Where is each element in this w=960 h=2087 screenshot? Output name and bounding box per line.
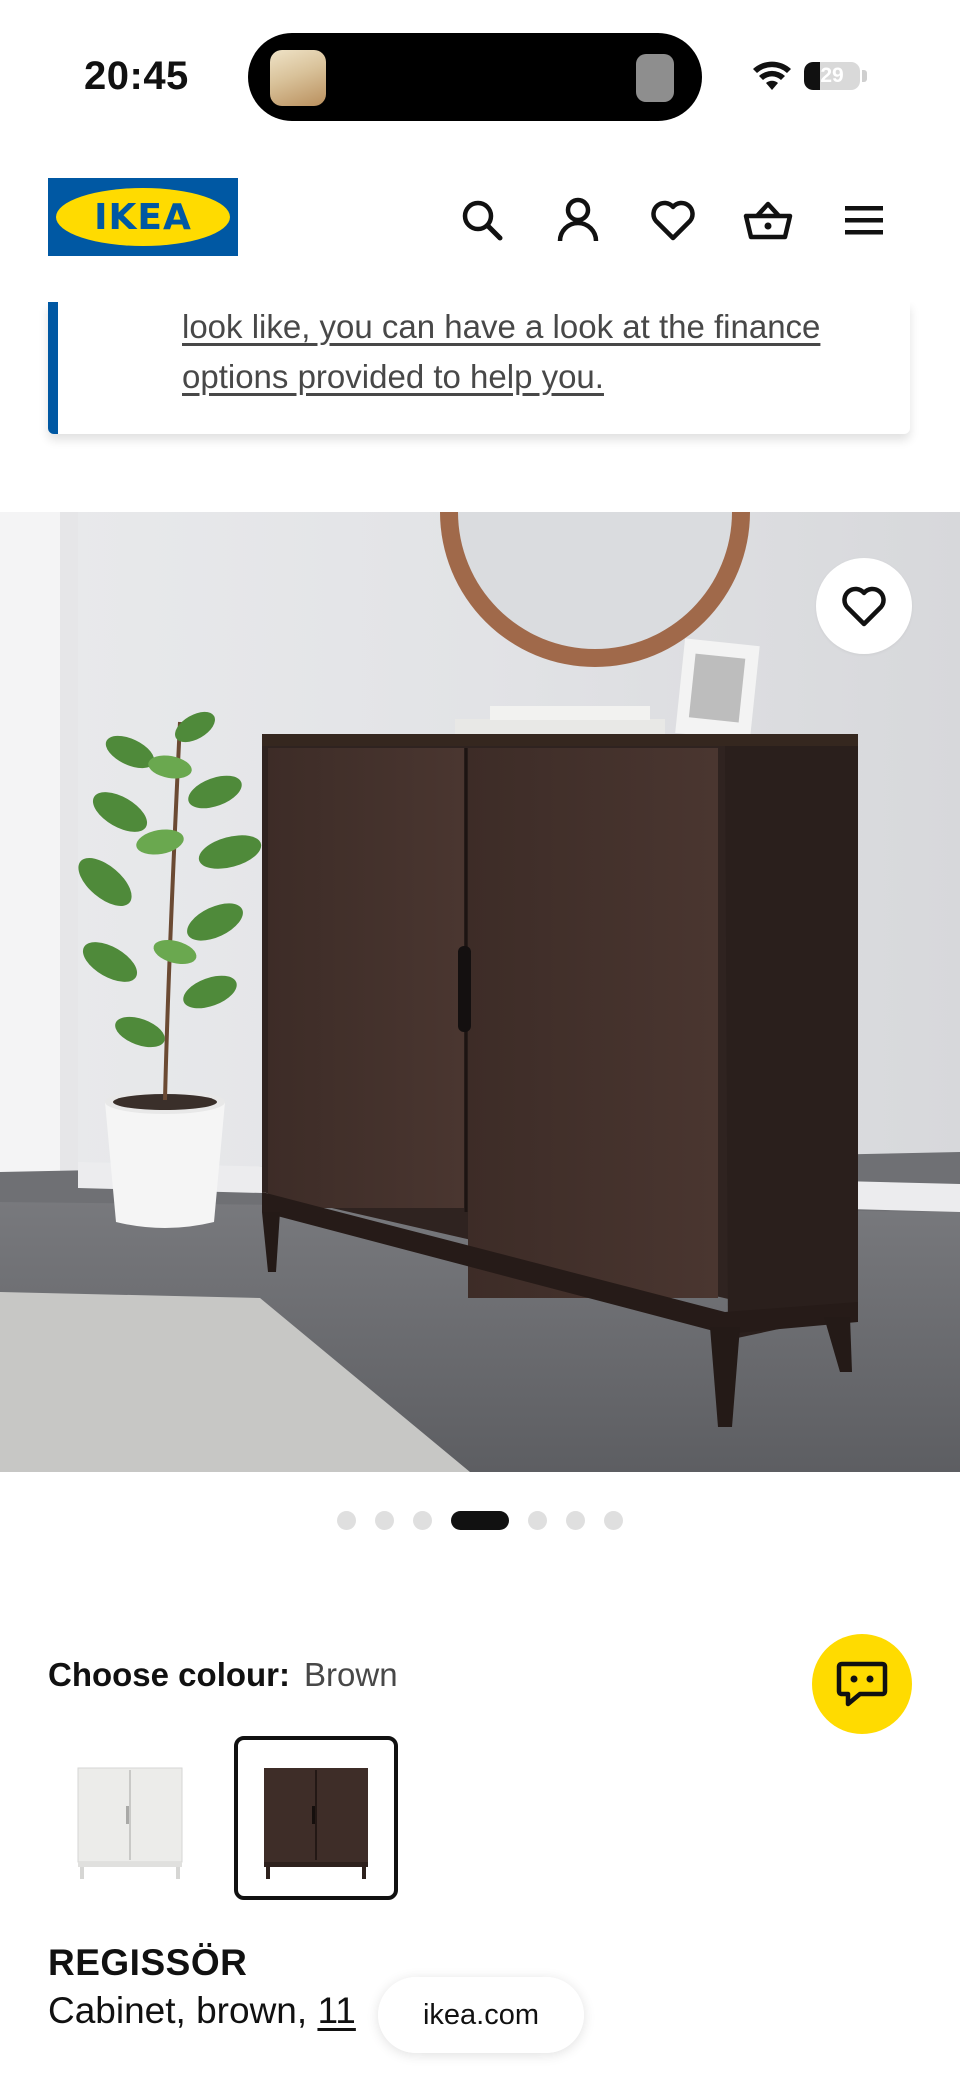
profile-icon[interactable] bbox=[552, 194, 604, 246]
brown-cabinet-swatch[interactable] bbox=[234, 1736, 398, 1900]
carousel-dot[interactable] bbox=[337, 1510, 356, 1530]
logo-oval: IKEA bbox=[56, 188, 230, 246]
carousel-dot[interactable] bbox=[413, 1510, 432, 1530]
search-icon[interactable] bbox=[456, 194, 508, 246]
white-cabinet-thumbnail bbox=[77, 1767, 183, 1879]
colour-chooser: Choose colour: Brown bbox=[48, 1656, 398, 1694]
carousel-dot[interactable] bbox=[604, 1510, 623, 1530]
finance-message-card: look like, you can have a look at the fi… bbox=[48, 302, 910, 434]
favourite-button[interactable] bbox=[816, 558, 912, 654]
carousel-dot[interactable] bbox=[566, 1510, 585, 1530]
logo-text: IKEA bbox=[94, 196, 192, 238]
product-name: REGISSÖR bbox=[48, 1942, 248, 1983]
chat-button[interactable] bbox=[812, 1634, 912, 1734]
carousel-dots[interactable] bbox=[0, 1508, 960, 1532]
product-measurements-link[interactable]: 11 bbox=[317, 1990, 355, 2031]
chat-bubble-icon bbox=[836, 1661, 888, 1707]
heart-icon[interactable] bbox=[647, 194, 699, 246]
wifi-icon bbox=[753, 61, 791, 90]
cabinet-photo bbox=[0, 512, 960, 1472]
carousel-dot-active[interactable] bbox=[451, 1510, 509, 1530]
ikea-logo[interactable]: IKEA bbox=[48, 178, 238, 256]
heart-icon bbox=[842, 586, 886, 627]
status-time: 20:45 bbox=[84, 54, 189, 98]
product-description: Cabinet, brown, 11 bbox=[48, 1990, 356, 2032]
white-cabinet-swatch[interactable] bbox=[48, 1736, 212, 1900]
menu-icon[interactable] bbox=[838, 194, 890, 246]
now-playing-thumbnail bbox=[270, 50, 326, 106]
browser-url-bar[interactable]: ikea.com bbox=[378, 1977, 584, 2053]
site-header: IKEA bbox=[0, 150, 960, 302]
finance-options-link[interactable]: look like, you can have a look at the fi… bbox=[182, 302, 882, 402]
brown-cabinet-thumbnail bbox=[264, 1768, 368, 1879]
product-image[interactable] bbox=[0, 512, 960, 1472]
battery-cap bbox=[862, 70, 867, 82]
basket-icon[interactable] bbox=[742, 194, 794, 246]
product-type: Cabinet, brown, bbox=[48, 1990, 308, 2031]
carousel-dot[interactable] bbox=[528, 1510, 547, 1530]
battery-icon: 29 bbox=[804, 62, 860, 90]
colour-value: Brown bbox=[304, 1656, 398, 1693]
status-bar: 20:45 29 bbox=[0, 0, 960, 150]
colour-label: Choose colour: bbox=[48, 1656, 291, 1693]
url-text: ikea.com bbox=[422, 1998, 540, 2031]
carousel-dot[interactable] bbox=[375, 1510, 394, 1530]
battery-level: 29 bbox=[820, 64, 844, 87]
speaker-icon bbox=[636, 54, 674, 102]
dynamic-island[interactable] bbox=[248, 33, 702, 121]
